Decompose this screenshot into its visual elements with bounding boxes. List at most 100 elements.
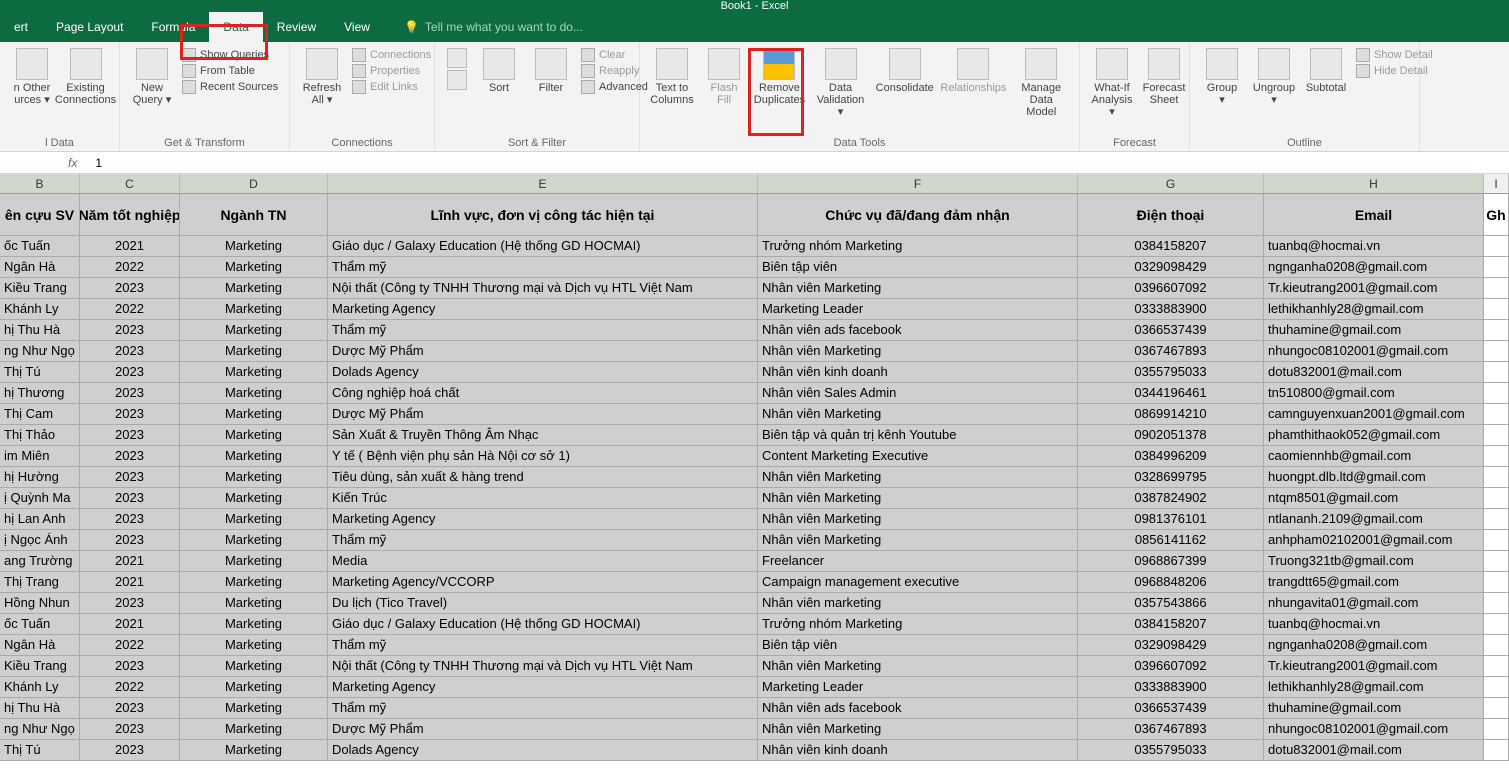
cell[interactable]: Ngân Hà xyxy=(0,635,80,655)
cell[interactable]: dotu832001@mail.com xyxy=(1264,740,1484,760)
cell[interactable]: Biên tập viên xyxy=(758,257,1078,277)
cell[interactable]: Giáo dục / Galaxy Education (Hệ thống GD… xyxy=(328,236,758,256)
header-cell[interactable]: Lĩnh vực, đơn vị công tác hiện tại xyxy=(328,194,758,235)
cell[interactable] xyxy=(1484,698,1509,718)
cell[interactable]: Marketing xyxy=(180,299,328,319)
show-queries-button[interactable]: Show Queries xyxy=(182,48,278,62)
cell[interactable]: Thẩm mỹ xyxy=(328,320,758,340)
cell[interactable]: 2023 xyxy=(80,656,180,676)
cell[interactable]: Nhân viên ads facebook xyxy=(758,320,1078,340)
cell[interactable]: 0329098429 xyxy=(1078,257,1264,277)
cell[interactable]: 0968848206 xyxy=(1078,572,1264,592)
table-row[interactable]: Khánh Ly2022MarketingMarketing AgencyMar… xyxy=(0,299,1509,320)
cell[interactable]: Marketing Leader xyxy=(758,299,1078,319)
cell[interactable]: Nhân viên Marketing xyxy=(758,656,1078,676)
cell[interactable]: 2022 xyxy=(80,677,180,697)
remove-duplicates-button[interactable]: RemoveDuplicates xyxy=(752,46,807,120)
cell[interactable]: Dolads Agency xyxy=(328,740,758,760)
cell[interactable]: hị Thu Hà xyxy=(0,320,80,340)
cell[interactable]: 0366537439 xyxy=(1078,698,1264,718)
table-row[interactable]: Ngân Hà2022MarketingThẩm mỹBiên tập viên… xyxy=(0,635,1509,656)
data-validation-button[interactable]: DataValidation ▾ xyxy=(811,46,870,120)
table-row[interactable]: ng Như Ngọ2023MarketingDược Mỹ PhẩmNhân … xyxy=(0,341,1509,362)
cell[interactable]: 2023 xyxy=(80,425,180,445)
cell[interactable]: Thị Thảo xyxy=(0,425,80,445)
cell[interactable]: 0355795033 xyxy=(1078,362,1264,382)
table-row[interactable]: hị Thương2023MarketingCông nghiệp hoá ch… xyxy=(0,383,1509,404)
cell[interactable]: Marketing xyxy=(180,530,328,550)
ungroup-button[interactable]: Ungroup▾ xyxy=(1250,46,1298,108)
formula-value[interactable]: 1 xyxy=(87,156,110,170)
cell[interactable]: ốc Tuấn xyxy=(0,614,80,634)
cell[interactable]: Tr.kieutrang2001@gmail.com xyxy=(1264,278,1484,298)
cell[interactable]: 0355795033 xyxy=(1078,740,1264,760)
cell[interactable]: Marketing xyxy=(180,362,328,382)
tab-page-layout[interactable]: Page Layout xyxy=(42,12,137,42)
table-row[interactable]: im Miên2023MarketingY tế ( Bệnh viện phụ… xyxy=(0,446,1509,467)
table-row[interactable]: ị Quỳnh Ma2023MarketingKiến TrúcNhân viê… xyxy=(0,488,1509,509)
cell[interactable]: 0367467893 xyxy=(1078,341,1264,361)
cell[interactable] xyxy=(1484,677,1509,697)
cell[interactable]: Tr.kieutrang2001@gmail.com xyxy=(1264,656,1484,676)
cell[interactable]: lethikhanhly28@gmail.com xyxy=(1264,299,1484,319)
cell[interactable] xyxy=(1484,656,1509,676)
table-row[interactable]: Thị Thảo2023MarketingSản Xuất & Truyền T… xyxy=(0,425,1509,446)
cell[interactable] xyxy=(1484,551,1509,571)
cell[interactable]: Campaign management executive xyxy=(758,572,1078,592)
cell[interactable]: Thẩm mỹ xyxy=(328,635,758,655)
from-other-sources-button[interactable]: n Otherurces ▾ xyxy=(8,46,56,108)
cell[interactable]: 0396607092 xyxy=(1078,278,1264,298)
cell[interactable]: Media xyxy=(328,551,758,571)
new-query-button[interactable]: NewQuery ▾ xyxy=(128,46,176,108)
cell[interactable]: 2021 xyxy=(80,236,180,256)
cell[interactable]: Trưởng nhóm Marketing xyxy=(758,614,1078,634)
cell[interactable]: Nhân viên Marketing xyxy=(758,509,1078,529)
cell[interactable] xyxy=(1484,320,1509,340)
cell[interactable]: 2023 xyxy=(80,719,180,739)
cell[interactable] xyxy=(1484,278,1509,298)
cell[interactable]: Marketing xyxy=(180,425,328,445)
col-header-G[interactable]: G xyxy=(1078,174,1264,193)
table-row[interactable]: Thị Tú2023MarketingDolads AgencyNhân viê… xyxy=(0,362,1509,383)
cell[interactable]: 2023 xyxy=(80,530,180,550)
table-row[interactable]: Thị Cam2023MarketingDược Mỹ PhẩmNhân viê… xyxy=(0,404,1509,425)
cell[interactable]: 2023 xyxy=(80,362,180,382)
cell[interactable]: nhungavita01@gmail.com xyxy=(1264,593,1484,613)
tab-view[interactable]: View xyxy=(330,12,384,42)
cell[interactable]: trangdtt65@gmail.com xyxy=(1264,572,1484,592)
cell[interactable]: 0367467893 xyxy=(1078,719,1264,739)
cell[interactable] xyxy=(1484,467,1509,487)
tab-data[interactable]: Data xyxy=(209,12,262,42)
cell[interactable]: Marketing Leader xyxy=(758,677,1078,697)
cell[interactable]: 2023 xyxy=(80,488,180,508)
header-cell[interactable]: Ngành TN xyxy=(180,194,328,235)
cell[interactable]: Nhân viên Marketing xyxy=(758,530,1078,550)
cell[interactable]: ngnganha0208@gmail.com xyxy=(1264,635,1484,655)
cell[interactable]: 0384158207 xyxy=(1078,236,1264,256)
cell[interactable]: 0968867399 xyxy=(1078,551,1264,571)
cell[interactable]: Khánh Ly xyxy=(0,299,80,319)
cell[interactable]: Marketing xyxy=(180,698,328,718)
cell[interactable]: Thẩm mỹ xyxy=(328,257,758,277)
cell[interactable] xyxy=(1484,635,1509,655)
cell[interactable]: 0981376101 xyxy=(1078,509,1264,529)
cell[interactable]: Nhân viên Marketing xyxy=(758,341,1078,361)
header-cell[interactable]: Điện thoại xyxy=(1078,194,1264,235)
cell[interactable]: 0384158207 xyxy=(1078,614,1264,634)
cell[interactable]: Biên tập và quản trị kênh Youtube xyxy=(758,425,1078,445)
cell[interactable]: Y tế ( Bệnh viện phụ sản Hà Nội cơ sở 1) xyxy=(328,446,758,466)
text-to-columns-button[interactable]: Text toColumns xyxy=(648,46,696,120)
cell[interactable]: 2023 xyxy=(80,446,180,466)
cell[interactable]: 2023 xyxy=(80,278,180,298)
cell[interactable] xyxy=(1484,719,1509,739)
cell[interactable]: 0344196461 xyxy=(1078,383,1264,403)
cell[interactable]: Marketing xyxy=(180,614,328,634)
cell[interactable]: ntqm8501@gmail.com xyxy=(1264,488,1484,508)
cell[interactable] xyxy=(1484,740,1509,760)
cell[interactable]: Nhân viên Marketing xyxy=(758,278,1078,298)
cell[interactable]: Dược Mỹ Phẩm xyxy=(328,719,758,739)
table-row[interactable]: ốc Tuấn2021MarketingGiáo dục / Galaxy Ed… xyxy=(0,614,1509,635)
cell[interactable]: huongpt.dlb.ltd@gmail.com xyxy=(1264,467,1484,487)
cell[interactable]: thuhamine@gmail.com xyxy=(1264,698,1484,718)
existing-connections-button[interactable]: ExistingConnections xyxy=(60,46,111,108)
